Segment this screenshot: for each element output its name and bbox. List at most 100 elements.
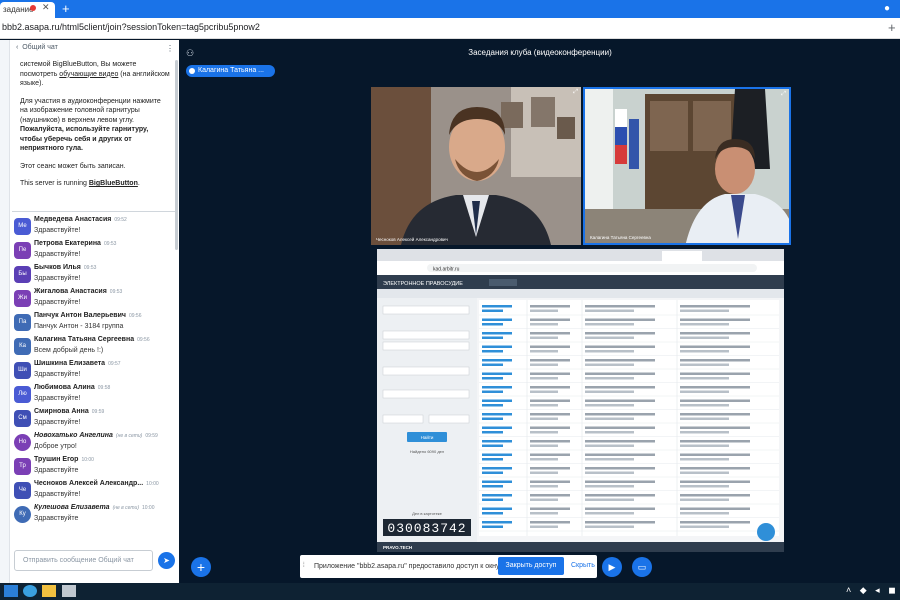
- add-icon[interactable]: +: [888, 20, 896, 35]
- tab-title: заданиe: [3, 5, 34, 14]
- chat-message-input[interactable]: Отправить сообщение Общий чат: [14, 550, 153, 571]
- table-cell-text: [482, 471, 503, 474]
- table-cell-text: [585, 390, 634, 393]
- table-cell-text: [680, 323, 729, 326]
- table-cell-text: [530, 507, 570, 510]
- talking-indicator: Калагина Татьяна ...: [186, 65, 275, 77]
- table-cell-text: [530, 413, 570, 416]
- table-cell-text: [482, 336, 503, 339]
- table-cell-text: [482, 363, 503, 366]
- table-cell-text: [680, 440, 750, 443]
- message-time: 09:53: [83, 265, 97, 271]
- table-cell-text: [585, 359, 655, 362]
- browser-taskbar-icon[interactable]: [23, 585, 37, 597]
- close-tab-icon[interactable]: ✕: [42, 2, 50, 13]
- video-tile[interactable]: Чесноков Алексей Александрович ⤢: [371, 87, 581, 245]
- table-cell-text: [530, 359, 570, 362]
- table-cell-text: [482, 507, 512, 510]
- video-username: Калагина Татьяна Сергеевна: [590, 235, 651, 240]
- send-message-button[interactable]: ➤: [158, 552, 175, 569]
- table-cell-text: [585, 318, 655, 321]
- avatar: Тр: [14, 458, 31, 475]
- message-text: Здравствуйте!: [34, 491, 81, 498]
- table-cell-text: [482, 399, 512, 402]
- system-tray[interactable]: ˄ ◆ ◂ ◼: [846, 585, 899, 596]
- tutorial-link[interactable]: обучающие видео: [59, 71, 118, 78]
- window-menu-icon[interactable]: ●: [884, 3, 890, 14]
- chat-message: Че Чесноков Алексей Александр... 10:00 Здра…: [14, 479, 174, 503]
- table-cell-text: [585, 336, 634, 339]
- fullscreen-icon[interactable]: ⤢: [781, 91, 786, 98]
- table-cell-text: [680, 413, 750, 416]
- app-taskbar-icon[interactable]: [62, 585, 76, 597]
- table-cell-text: [530, 440, 570, 443]
- message-author: Калагина Татьяна Сергеевна 09:56: [34, 336, 150, 343]
- table-cell-text: [680, 453, 750, 456]
- avatar: Ка: [14, 338, 31, 355]
- table-cell-text: [680, 345, 750, 348]
- message-author: Любимова Алина 09:58: [34, 384, 111, 391]
- chat-message: Но Новохатько Ангелина (не в сети) 09:59 Доб…: [14, 431, 174, 455]
- message-author: Новохатько Ангелина (не в сети) 09:59: [34, 432, 158, 439]
- table-cell-text: [530, 372, 570, 375]
- user-list-collapsed[interactable]: [0, 40, 10, 583]
- table-cell-text: [585, 440, 655, 443]
- avatar: См: [14, 410, 31, 427]
- bbb-link[interactable]: BigBlueButton: [89, 180, 138, 187]
- message-text: Здравствуйте!: [34, 299, 81, 306]
- screenshare-notice-text: Приложение "bbb2.asapa.ru" предоставило …: [314, 563, 501, 570]
- avatar: Но: [14, 434, 31, 451]
- chat-message: Тр Трушин Егор 10:00 Здравствуйте: [14, 455, 174, 479]
- chat-message: Пе Петрова Екатерина 09:53 Здравствуйте!: [14, 239, 174, 263]
- screenshare-button[interactable]: ▭: [632, 557, 652, 577]
- table-cell-text: [585, 494, 655, 497]
- chat-scrollbar[interactable]: [175, 60, 178, 250]
- hide-notice-button[interactable]: Скрыть: [571, 562, 595, 569]
- message-author: Чесноков Алексей Александр... 10:00: [34, 480, 159, 487]
- message-time: 09:59: [91, 409, 105, 415]
- table-cell-text: [530, 480, 570, 483]
- message-time: 09:58: [97, 385, 111, 391]
- table-cell-text: [530, 471, 558, 474]
- start-menu-icon[interactable]: [4, 585, 18, 597]
- table-cell-text: [585, 426, 655, 429]
- table-cell-text: [530, 390, 558, 393]
- actions-button[interactable]: +: [191, 557, 211, 577]
- stop-sharing-button[interactable]: Закрыть доступ: [498, 557, 564, 575]
- screenshare-view[interactable]: kad.arbitr.ru ЭЛЕКТРОННОЕ ПРАВОСУДИЕ Най…: [377, 249, 784, 552]
- table-cell-text: [482, 512, 503, 515]
- table-cell-text: [482, 467, 512, 470]
- table-cell-text: [482, 440, 512, 443]
- table-cell-text: [680, 336, 729, 339]
- table-cell-text: [680, 386, 750, 389]
- new-tab-button[interactable]: +: [62, 1, 70, 16]
- message-time: 10:00: [146, 481, 159, 487]
- table-cell-text: [530, 386, 570, 389]
- chat-options-icon[interactable]: ⋮: [166, 44, 174, 53]
- fullscreen-icon[interactable]: ⤢: [573, 89, 578, 96]
- table-cell-text: [530, 318, 570, 321]
- table-cell-text: [680, 426, 750, 429]
- browser-tab-bar: [0, 0, 900, 18]
- chevron-left-icon[interactable]: ‹: [16, 44, 18, 51]
- url-text[interactable]: bbb2.asapa.ru/html5client/join?sessionTo…: [2, 22, 260, 32]
- avatar: Ку: [14, 506, 31, 523]
- table-cell-text: [530, 363, 558, 366]
- chat-title: Общий чат: [22, 44, 58, 51]
- chat-header[interactable]: ‹ Общий чат: [16, 44, 58, 51]
- folder-taskbar-icon[interactable]: [42, 585, 56, 597]
- message-text: Здравствуйте!: [34, 395, 81, 402]
- video-tile[interactable]: Калагина Татьяна Сергеевна ⤢: [583, 87, 791, 245]
- camera-button[interactable]: ▶: [602, 557, 622, 577]
- table-cell-text: [530, 444, 558, 447]
- table-cell-text: [530, 345, 570, 348]
- table-cell-text: [482, 377, 503, 380]
- message-author: Смирнова Анна 09:59: [34, 408, 105, 415]
- chat-message: Ка Калагина Татьяна Сергеевна 09:56 Всем до…: [14, 335, 174, 359]
- table-cell-text: [585, 480, 655, 483]
- chat-message: Ме Медведева Анастасия 09:52 Здравствуйте!: [14, 215, 174, 239]
- table-cell-text: [482, 309, 503, 312]
- chat-message: Лю Любимова Алина 09:58 Здравствуйте!: [14, 383, 174, 407]
- message-author: Трушин Егор 10:00: [34, 456, 94, 463]
- table-cell-text: [585, 417, 634, 420]
